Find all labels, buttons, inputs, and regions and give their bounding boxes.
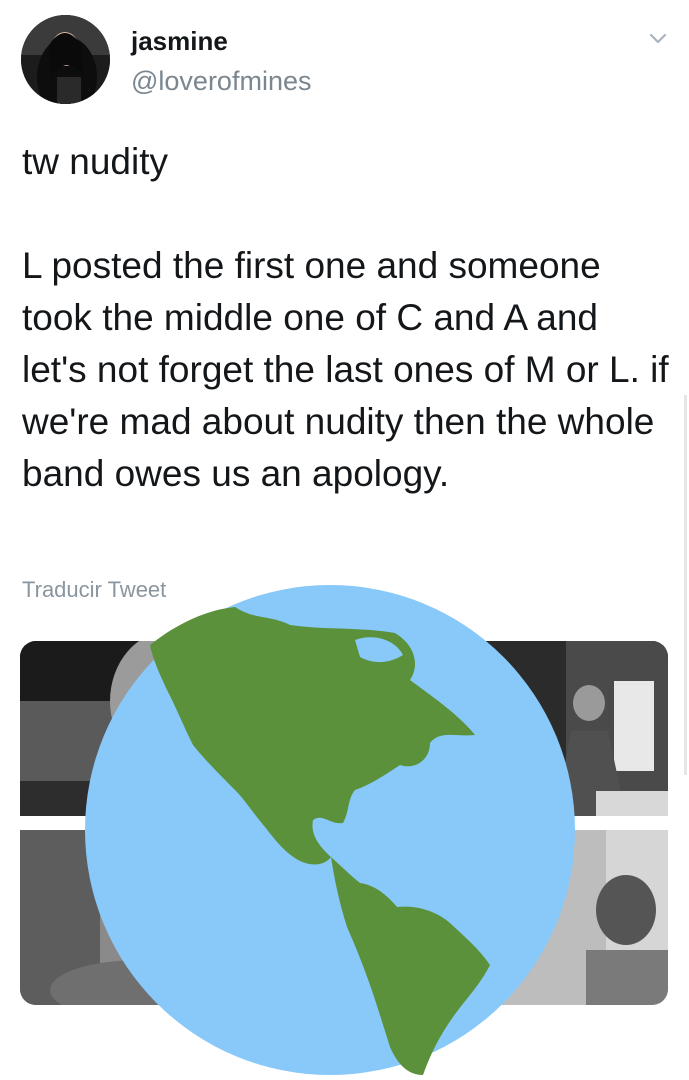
- display-name[interactable]: jasmine: [131, 26, 228, 57]
- avatar[interactable]: [21, 15, 110, 104]
- scrollbar[interactable]: [684, 395, 687, 775]
- tweet-text: tw nudity L posted the first one and som…: [22, 141, 669, 494]
- user-handle[interactable]: @loverofmines: [131, 66, 311, 97]
- globe-americas-icon: [85, 585, 575, 1075]
- chevron-down-icon[interactable]: [646, 28, 670, 50]
